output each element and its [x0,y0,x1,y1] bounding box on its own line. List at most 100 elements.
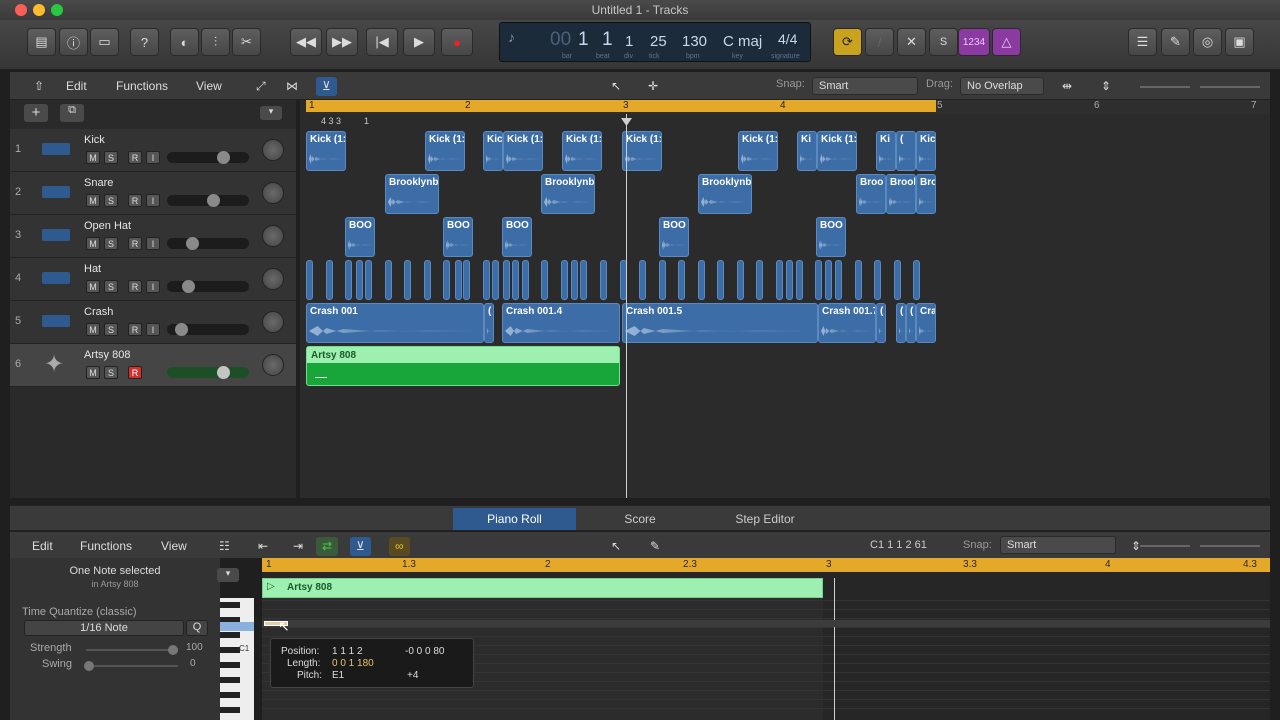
record-enable-button[interactable]: R [128,366,142,379]
record-button[interactable]: ● [441,28,473,56]
pr-pencil-tool-icon[interactable]: ✎ [644,537,666,556]
audio-region[interactable]: Kick (1: [306,131,346,171]
solo-button[interactable]: S [104,237,118,250]
horizontal-zoom-slider[interactable] [1200,86,1260,88]
audio-region-hat[interactable] [503,260,510,300]
audio-region-hat[interactable] [512,260,519,300]
audio-region[interactable]: BOO [816,217,846,257]
drag-select[interactable]: No Overlap [960,77,1044,95]
input-monitor-button[interactable]: I [146,194,160,207]
record-enable-button[interactable]: R [128,151,142,164]
midi-region[interactable]: Artsy 808 [306,346,620,386]
link-mode-icon[interactable]: ⇄ [316,537,339,556]
browsers-icon[interactable]: ▣ [1225,28,1254,56]
audio-region[interactable]: Ki [797,131,817,171]
audio-region-hat[interactable] [786,260,793,300]
metronome-button[interactable]: △ [992,28,1021,56]
pr-edit-menu[interactable]: Edit [26,537,59,556]
piano-keyboard[interactable] [220,598,254,720]
pointer-tool-icon[interactable]: ↖ [605,77,627,96]
track-row[interactable]: 1 Kick M S R I [10,129,296,172]
track-row[interactable]: 5 Crash M S R I [10,301,296,344]
audio-region[interactable]: Kick (1: [817,131,857,171]
quantize-button[interactable]: Q [186,620,208,636]
audio-region-hat[interactable] [776,260,783,300]
collapse-icon[interactable]: ⇕ [1095,77,1117,96]
track-name[interactable]: Artsy 808 [84,349,130,361]
quantize-select[interactable]: 1/16 Note [24,620,184,636]
inspector-toggle-icon[interactable]: ▾ [217,568,239,582]
tracks-edit-menu[interactable]: Edit [60,77,93,96]
mute-button[interactable]: M [86,366,100,379]
pr-view-menu[interactable]: View [155,537,193,556]
audio-region-hat[interactable] [541,260,548,300]
audio-region[interactable]: Brool [886,174,916,214]
audio-region[interactable]: ( [906,303,916,343]
back-arrow-icon[interactable]: ⇧ [28,77,50,96]
pr-playhead[interactable] [834,578,835,720]
audio-region-hat[interactable] [326,260,333,300]
audio-region[interactable]: Ki [876,131,896,171]
audio-region-hat[interactable] [825,260,832,300]
audio-region-hat[interactable] [356,260,363,300]
audio-region[interactable]: Kick (1: [562,131,602,171]
editors-icon[interactable]: ✂ [232,28,261,56]
global-tracks-icon[interactable]: ▾ [260,106,282,120]
duplicate-track-icon[interactable]: ⧉ [60,104,84,122]
pr-horizontal-zoom[interactable] [1200,545,1260,547]
audio-region[interactable]: ( [896,131,916,171]
inspector-icon[interactable]: ⓘ [59,28,88,56]
waveform-zoom-icon[interactable]: ⇹ [1056,77,1078,96]
audio-region-hat[interactable] [522,260,529,300]
tab-step-editor[interactable]: Step Editor [704,508,826,530]
go-to-start-button[interactable]: |◀ [366,28,398,56]
tracks-functions-menu[interactable]: Functions [110,77,174,96]
pr-functions-menu[interactable]: Functions [74,537,138,556]
cycle-range[interactable] [306,100,936,112]
fast-forward-button[interactable]: ▶▶ [326,28,358,56]
audio-region-hat[interactable] [737,260,744,300]
solo-icon[interactable]: S [929,28,958,56]
audio-region[interactable]: Crash 001.4 [502,303,620,343]
track-name[interactable]: Crash [84,306,113,318]
audio-region-hat[interactable] [345,260,352,300]
audio-region[interactable]: Bro [916,174,936,214]
pan-knob[interactable] [262,182,284,204]
library-icon[interactable]: ▤ [27,28,56,56]
pan-knob[interactable] [262,225,284,247]
pr-snap-select[interactable]: Smart [1000,536,1116,554]
quick-help-icon[interactable]: ? [130,28,159,56]
audio-region-hat[interactable] [365,260,372,300]
smart-controls-icon[interactable]: ◐ [170,28,199,56]
mute-button[interactable]: M [86,323,100,336]
snap-select[interactable]: Smart [812,77,918,95]
black-key[interactable] [220,647,240,653]
black-key[interactable] [220,677,240,683]
play-button[interactable]: ▶ [403,28,435,56]
pan-knob[interactable] [262,311,284,333]
record-enable-button[interactable]: R [128,323,142,336]
pr-vertical-zoom[interactable] [1140,545,1190,547]
audio-region[interactable]: ( [896,303,906,343]
tab-piano-roll[interactable]: Piano Roll [453,508,576,530]
replace-icon[interactable]: ✕ [897,28,926,56]
input-monitor-button[interactable]: I [146,237,160,250]
volume-fader[interactable] [167,280,249,293]
black-key[interactable] [220,707,240,713]
cycle-icon[interactable]: ⟳ [833,28,862,56]
audio-region-hat[interactable] [443,260,450,300]
mute-button[interactable]: M [86,237,100,250]
tab-score[interactable]: Score [578,508,702,530]
black-key[interactable] [220,602,240,608]
volume-fader[interactable] [167,151,249,164]
volume-fader[interactable] [167,323,249,336]
mute-button[interactable]: M [86,280,100,293]
notepad-icon[interactable]: ✎ [1161,28,1190,56]
audio-region[interactable]: BOO [345,217,375,257]
solo-button[interactable]: S [104,366,118,379]
add-track-button[interactable]: + [24,104,48,122]
pan-knob[interactable] [262,354,284,376]
swing-slider[interactable] [84,661,178,671]
input-monitor-button[interactable]: I [146,280,160,293]
strength-slider[interactable] [86,645,178,655]
